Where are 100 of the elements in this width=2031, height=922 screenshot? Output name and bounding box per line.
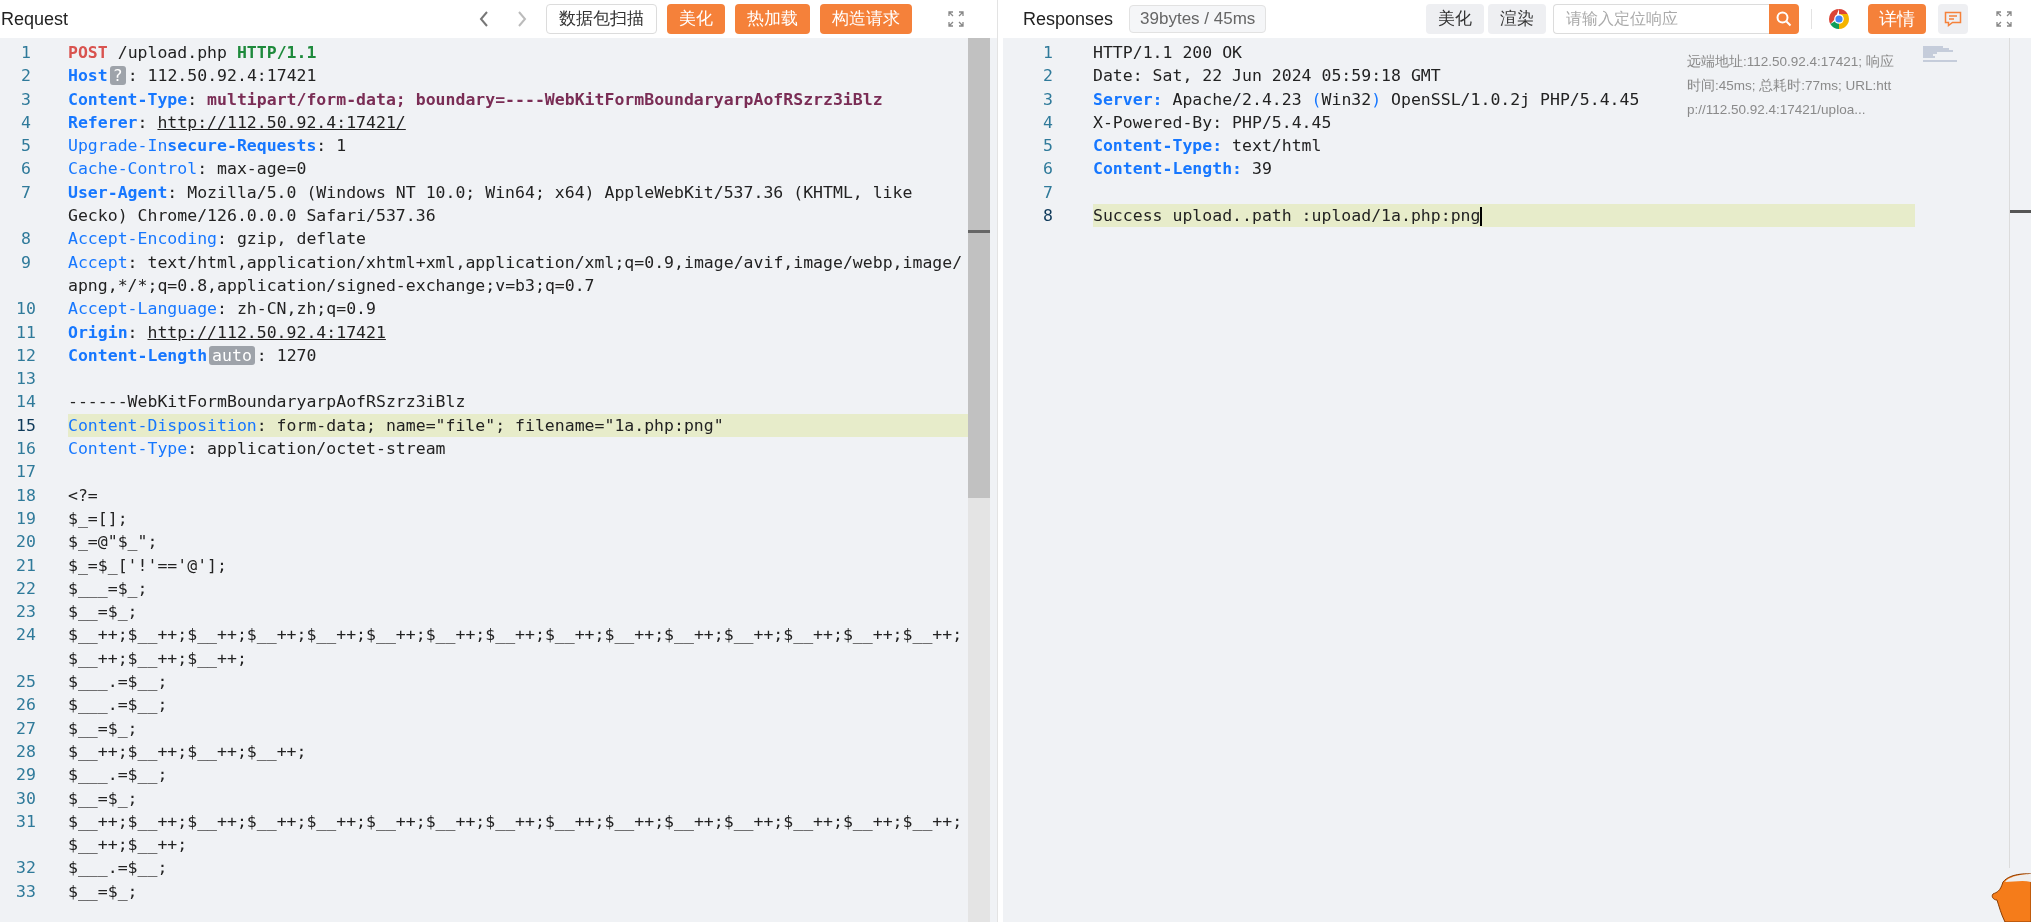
toolbar-button[interactable]: 美化: [667, 4, 725, 34]
scrollbar-thumb[interactable]: [968, 38, 990, 498]
code-line: $__=$_;: [68, 881, 138, 901]
line-number: 16: [15, 438, 37, 461]
code-line: $__++;$__++;$__++;$__++;$__++;$__++;$__++;$__++;$__++;$__++;$__++;$__++;$__++;$__++;$__++;$__++;$__++;: [68, 811, 963, 855]
hint-badge[interactable]: auto: [209, 345, 255, 365]
toolbar-button[interactable]: 热加载: [735, 4, 810, 34]
code-token: : 112.50.92.4:17421: [127, 66, 317, 86]
code-token: Content-Length: [68, 345, 208, 365]
line-number: 13: [15, 368, 37, 391]
line-number: 11: [15, 321, 37, 344]
toolbar-button[interactable]: 构造请求: [820, 4, 912, 34]
line-number: 20: [15, 531, 37, 554]
request-info: 远端地址:112.50.92.4:17421; 响应时间:45ms; 总耗时:77ms; URL:http://112.50.92.4:17421/uploa...: [1687, 53, 1895, 119]
line-number: 8: [1042, 205, 1054, 228]
code-line: X-Powered-By: PHP/5.4.45: [1093, 112, 1332, 132]
mascot-drawing: [1991, 870, 2031, 922]
line-number: 25: [15, 671, 37, 693]
line-number: 7: [20, 181, 32, 204]
line-number: 30: [15, 787, 37, 810]
line-number: 4: [1042, 111, 1054, 134]
line-number: 10: [15, 298, 37, 321]
scrollbar[interactable]: [968, 38, 990, 922]
code-line: $_=$_['!'=='@'];: [68, 555, 227, 575]
code-line: POST /upload.php HTTP/1.1: [68, 43, 317, 62]
code-line: Upgrade-Insecure-Requests: 1: [68, 136, 347, 156]
code-line: <?=: [68, 485, 98, 505]
line-number: 17: [15, 461, 37, 484]
code-line: $__++;$__++;$__++;$__++;: [68, 741, 307, 761]
code-line: $___.=$__;: [68, 765, 168, 785]
code-line: $_=@"$_";: [68, 532, 158, 552]
comment-button[interactable]: [1938, 4, 1968, 34]
code-token: : 1270: [256, 345, 317, 365]
code-line: Content-Type: multipart/form-data; boundary=----WebKitFormBoundaryarpAofRSzrz3iBlz: [68, 89, 883, 109]
line-number: 19: [15, 507, 37, 530]
line-number: 28: [15, 740, 37, 763]
search-field[interactable]: 请输入定位响应: [1553, 4, 1769, 34]
line-number: 2: [20, 65, 32, 88]
detail-button[interactable]: 详情: [1868, 4, 1926, 34]
code-line: Accept-Language: zh-CN,zh;q=0.9: [68, 299, 376, 319]
url-link[interactable]: http://112.50.92.4:17421: [147, 322, 386, 342]
forward-icon[interactable]: [516, 10, 528, 28]
fullscreen-icon[interactable]: [1996, 11, 2012, 27]
code-line: HTTP/1.1 200 OK: [1093, 43, 1242, 62]
hint-badge[interactable]: ?: [109, 66, 126, 86]
line-number: 21: [15, 554, 37, 577]
code-line: Content-Type: text/html: [1093, 136, 1322, 156]
line-number: 3: [20, 88, 32, 111]
comment-icon: [1944, 11, 1962, 27]
line-number: 31: [15, 810, 37, 833]
line-number: 8: [20, 228, 32, 251]
line-number: 6: [20, 158, 32, 181]
panel-title: Request: [1, 7, 69, 31]
search-icon: [1776, 11, 1792, 27]
back-icon[interactable]: [478, 10, 490, 28]
line-number: 15: [15, 414, 37, 437]
code-line: Date: Sat, 22 Jun 2024 05:59:18 GMT: [1093, 66, 1441, 86]
toolbar-button[interactable]: 渲染: [1488, 4, 1546, 34]
line-number: 6: [1042, 158, 1054, 181]
code-line: Content-Length: 39: [1093, 159, 1272, 179]
code-token: :: [137, 112, 149, 132]
line-number: 26: [15, 694, 37, 717]
line-number: 24: [15, 624, 37, 647]
panel-title: Responses: [1023, 7, 1114, 31]
code-token: Origin: [68, 322, 128, 342]
code-line: $__=$_;: [68, 602, 138, 622]
code-line: $___.=$__;: [68, 672, 168, 691]
code-line: Accept-Encoding: gzip, deflate: [68, 229, 367, 249]
line-number: 14: [15, 391, 37, 414]
toolbar-button[interactable]: 美化: [1426, 4, 1484, 34]
response-stats: 39bytes / 45ms: [1129, 5, 1267, 33]
line-number: 5: [1042, 135, 1054, 158]
code-line: $__=$_;: [68, 788, 138, 808]
code-line: $_=[];: [68, 508, 128, 528]
browser-icon[interactable]: [1828, 8, 1850, 30]
search-button[interactable]: [1769, 4, 1799, 34]
line-number: 4: [20, 111, 32, 134]
code-line: Content-Type: application/octet-stream: [68, 439, 446, 459]
line-number: 27: [15, 717, 37, 740]
line-number: 23: [15, 601, 37, 624]
line-number: 1: [1042, 42, 1054, 64]
line-number: 1: [20, 42, 32, 64]
code-line: Cache-Control: max-age=0: [68, 159, 307, 179]
line-number: 5: [20, 135, 32, 158]
line-number: 3: [1042, 88, 1054, 111]
line-number: 32: [15, 857, 37, 880]
code-line: ------WebKitFormBoundaryarpAofRSzrz3iBlz: [68, 392, 466, 412]
line-number: 2: [1042, 65, 1054, 88]
line-number: 29: [15, 764, 37, 787]
line-number: 7: [1042, 181, 1054, 204]
code-line: Server: Apache/2.4.23 (Win32) OpenSSL/1.0.2j PHP/5.4.45: [1093, 89, 1640, 109]
code-line: $___=$_;: [68, 578, 148, 598]
fullscreen-icon[interactable]: [948, 11, 964, 27]
scrollbar[interactable]: [2009, 38, 2031, 868]
url-link[interactable]: http://112.50.92.4:17421/: [157, 112, 406, 132]
code-line: $___.=$__;: [68, 695, 168, 715]
toolbar-button[interactable]: 数据包扫描: [546, 4, 657, 34]
code-line: $__=$_;: [68, 718, 138, 738]
line-number: 18: [15, 484, 37, 507]
code-line: $__++;$__++;$__++;$__++;$__++;$__++;$__++;$__++;$__++;$__++;$__++;$__++;$__++;$__++;$__++;$__++;$__++;$__++;: [68, 625, 963, 668]
